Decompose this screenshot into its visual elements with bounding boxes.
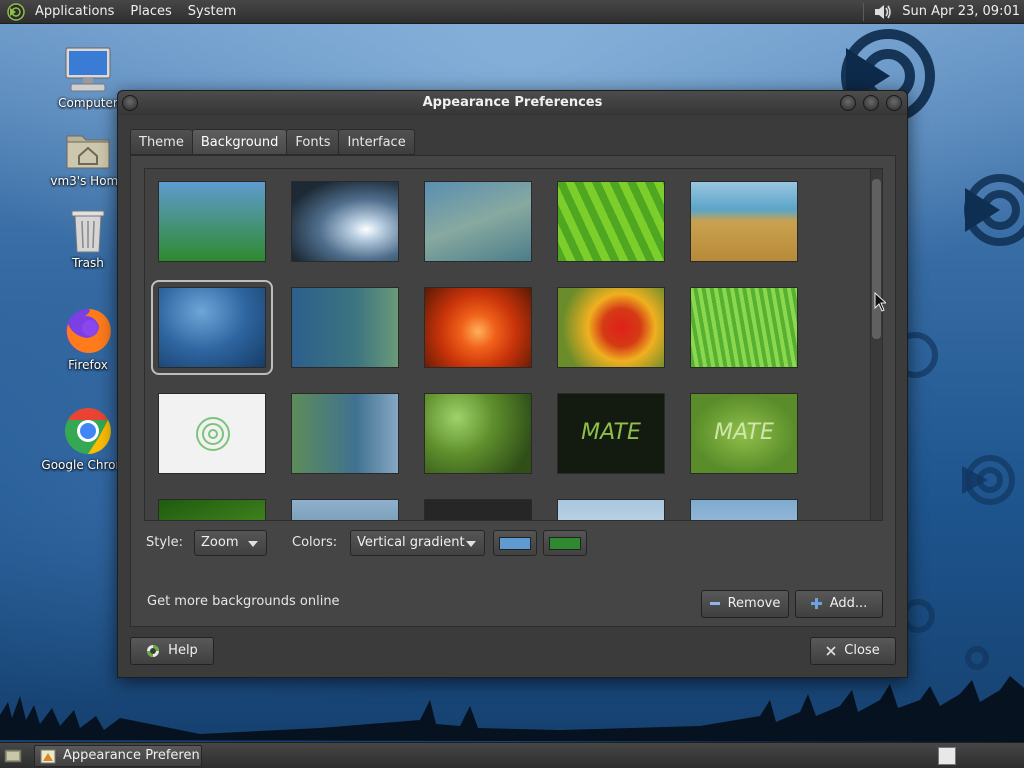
show-desktop-icon[interactable] xyxy=(4,748,22,764)
add-button[interactable]: Add... xyxy=(795,590,883,618)
wallpaper-grid[interactable]: MATE MATE xyxy=(144,168,883,521)
tab-fonts[interactable]: Fonts xyxy=(286,129,339,155)
mate-logo-icon[interactable] xyxy=(7,2,25,21)
appearance-app-icon xyxy=(40,749,56,764)
maximize-button[interactable] xyxy=(863,95,879,111)
wallpaper-thumbnail[interactable] xyxy=(291,499,399,520)
wallpaper-thumbnail[interactable] xyxy=(291,287,399,368)
help-lifebuoy-icon xyxy=(147,644,160,657)
wallpaper-thumbnail[interactable] xyxy=(690,181,798,262)
get-more-backgrounds-link[interactable]: Get more backgrounds online xyxy=(147,594,340,609)
add-button-label: Add... xyxy=(829,596,868,611)
chevron-down-icon xyxy=(466,541,476,547)
tab-theme[interactable]: Theme xyxy=(130,129,192,155)
wallpaper-thumbnail[interactable] xyxy=(424,393,532,474)
mouse-cursor-icon xyxy=(874,292,886,312)
trash-icon xyxy=(71,210,105,253)
close-icon xyxy=(826,645,836,656)
close-window-button[interactable] xyxy=(886,95,902,111)
style-combobox-value: Zoom xyxy=(201,535,239,550)
secondary-color-swatch xyxy=(549,537,581,550)
colors-label: Colors: xyxy=(292,535,338,550)
chevron-down-icon xyxy=(248,541,258,547)
wallpaper-thumbnail[interactable] xyxy=(424,287,532,368)
wallpaper-thumbnail[interactable] xyxy=(557,499,665,520)
help-button[interactable]: Help xyxy=(130,637,214,665)
wallpaper-thumbnail[interactable] xyxy=(557,287,665,368)
help-button-label: Help xyxy=(168,643,198,658)
wallpaper-thumbnail[interactable] xyxy=(557,181,665,262)
window-menu-button[interactable] xyxy=(122,95,138,111)
minimize-button[interactable] xyxy=(840,95,856,111)
mate-logo-icon xyxy=(196,417,230,451)
menu-system[interactable]: System xyxy=(180,4,244,19)
minus-icon xyxy=(709,601,720,605)
bottom-panel: Appearance Preferen... xyxy=(0,742,1024,768)
wallpaper-thumbnail[interactable] xyxy=(158,499,266,520)
clock[interactable]: Sun Apr 23, 09:01 xyxy=(902,4,1020,19)
background-tab-page: MATE MATE Style: Zoom Colors: Vertical g… xyxy=(130,155,896,627)
close-button[interactable]: Close xyxy=(810,637,896,665)
close-button-label: Close xyxy=(844,643,880,658)
wallpaper-thumbnail[interactable] xyxy=(158,393,266,474)
menu-applications[interactable]: Applications xyxy=(31,4,122,19)
window-title: Appearance Preferences xyxy=(422,95,603,110)
menu-places[interactable]: Places xyxy=(122,4,179,19)
secondary-color-button[interactable] xyxy=(543,530,587,556)
colors-combobox[interactable]: Vertical gradient xyxy=(350,530,485,556)
style-label: Style: xyxy=(146,535,184,550)
primary-color-button[interactable] xyxy=(493,530,537,556)
wallpaper-thumbnail[interactable] xyxy=(690,499,798,520)
style-combobox[interactable]: Zoom xyxy=(194,530,267,556)
appearance-preferences-window: Appearance Preferences Theme Background … xyxy=(117,90,908,678)
mate-wordmark: MATE xyxy=(714,420,774,445)
wallpaper-thumbnail[interactable] xyxy=(424,499,532,520)
wallpaper-thumbnail[interactable]: MATE xyxy=(690,393,798,474)
scrollbar-thumb[interactable] xyxy=(872,179,881,339)
tab-background[interactable]: Background xyxy=(191,129,287,155)
top-panel: Applications Places System Sun Apr 23, 0… xyxy=(0,0,1024,24)
home-folder-icon xyxy=(66,135,110,169)
primary-color-swatch xyxy=(499,537,531,550)
wallpaper-thumbnail[interactable] xyxy=(291,181,399,262)
computer-icon xyxy=(65,47,111,92)
colors-combobox-value: Vertical gradient xyxy=(357,535,465,550)
wallpaper-thumbnail[interactable] xyxy=(690,287,798,368)
remove-button[interactable]: Remove xyxy=(701,590,789,618)
wallpaper-thumbnail[interactable] xyxy=(424,181,532,262)
panel-separator xyxy=(863,2,865,21)
remove-button-label: Remove xyxy=(727,596,781,611)
tab-bar: Theme Background Fonts Interface xyxy=(130,129,415,155)
taskbar-item-appearance-preferences[interactable]: Appearance Preferen... xyxy=(34,745,202,767)
mate-wordmark: MATE xyxy=(581,420,641,445)
wallpaper-thumbnail[interactable] xyxy=(291,393,399,474)
firefox-icon xyxy=(66,308,111,353)
wallpaper-thumbnail[interactable]: MATE xyxy=(557,393,665,474)
chrome-icon xyxy=(65,408,111,454)
taskbar-item-label: Appearance Preferen... xyxy=(63,748,202,763)
volume-icon[interactable] xyxy=(872,2,894,22)
wallpaper-thumbnail-selected[interactable] xyxy=(151,280,273,375)
plus-icon xyxy=(810,598,822,609)
window-titlebar[interactable]: Appearance Preferences xyxy=(118,91,907,115)
wallpaper-grid-scrollbar[interactable] xyxy=(870,169,882,520)
tab-interface[interactable]: Interface xyxy=(338,129,415,155)
workspace-switcher[interactable] xyxy=(938,747,956,765)
wallpaper-thumbnail[interactable] xyxy=(158,181,266,262)
